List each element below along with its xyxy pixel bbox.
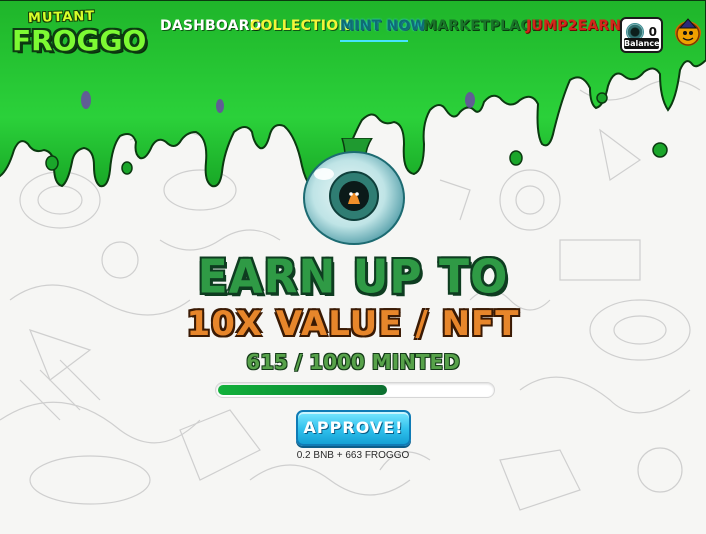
nav-collection[interactable]: COLLECTION — [250, 18, 350, 34]
avatar[interactable] — [675, 18, 701, 46]
approve-button[interactable]: APPROVE! — [296, 410, 411, 446]
nav-mint-now[interactable]: MINT NOW — [340, 18, 426, 34]
wizard-frog-avatar-icon — [676, 18, 700, 46]
nav-active-underline — [340, 40, 408, 42]
nav-marketplace[interactable]: MARKETPLACE — [423, 18, 541, 34]
minted-count: 615 / 1000 MINTED — [246, 350, 460, 374]
nav-dashboard[interactable]: DASHBOARD — [160, 18, 262, 34]
hanging-eyeball-illustration — [303, 138, 405, 245]
mint-price: 0.2 BNB + 663 FROGGO — [296, 450, 410, 461]
balance-label: Balance — [624, 38, 660, 49]
mint-progress-fill — [218, 385, 387, 395]
nav-jump2earn[interactable]: JUMP2EARN — [526, 18, 621, 34]
logo-line-2: FROGGO — [12, 24, 147, 57]
balance-value: 0 — [648, 25, 657, 39]
hero-title: EARN UP TO — [197, 250, 509, 305]
mutant-froggo-logo[interactable]: MUTANT FROGGO — [10, 8, 146, 62]
mint-progress-bar — [215, 382, 495, 398]
hero-subtitle: 10X VALUE / NFT — [186, 304, 520, 344]
balance-widget[interactable]: 0 Balance — [620, 17, 663, 53]
